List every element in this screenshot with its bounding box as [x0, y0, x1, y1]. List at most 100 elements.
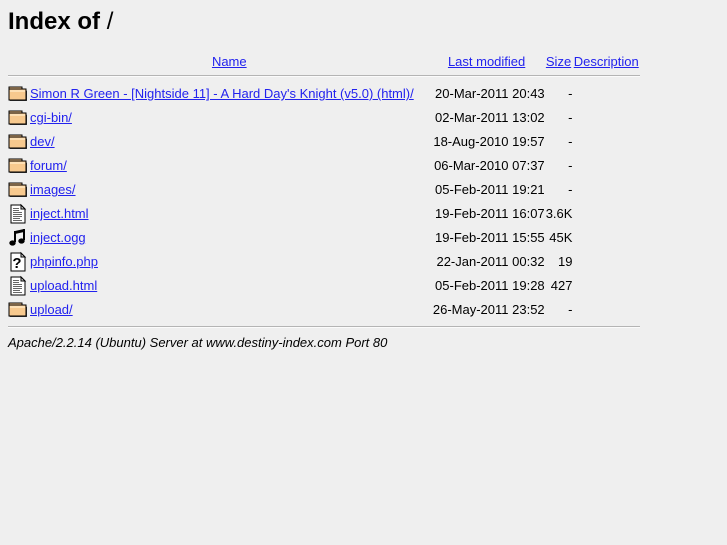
row-last-modified: 06-Mar-2010 07:37 [434, 158, 545, 174]
file-link[interactable]: inject.html [30, 206, 89, 221]
row-description [572, 154, 640, 178]
row-icon-cell [8, 226, 30, 250]
sort-by-size-link[interactable]: Size [546, 54, 571, 69]
row-last-modified: 22-Jan-2011 00:32 [436, 254, 545, 270]
row-icon-cell [8, 154, 30, 178]
row-name-cell: cgi-bin/ [30, 106, 429, 130]
sort-by-name-link[interactable]: Name [212, 54, 247, 69]
row-size: 19 [557, 254, 573, 270]
folder-icon [8, 131, 28, 153]
row-icon-cell [8, 82, 30, 106]
directory-listing-table: Name Last modified Size Description Simo… [8, 54, 640, 333]
row-size: 427 [550, 278, 573, 294]
row-name-cell: forum/ [30, 154, 429, 178]
row-last-modified: 20-Mar-2011 20:43 [435, 86, 545, 102]
unknown-file-icon: ? [8, 251, 28, 273]
row-description [572, 226, 640, 250]
header-rule [8, 74, 640, 77]
row-last-modified: 19-Feb-2011 16:07 [435, 206, 545, 222]
table-row: inject.html 19-Feb-2011 16:07 3.6K [8, 202, 640, 226]
row-icon-cell [8, 274, 30, 298]
svg-text:?: ? [12, 255, 21, 272]
table-row: upload.html 05-Feb-2011 19:28 427 [8, 274, 640, 298]
column-header-name: Name [30, 54, 429, 71]
column-header-size: Size [545, 54, 573, 71]
row-last-modified: 19-Feb-2011 15:55 [435, 230, 545, 246]
table-row: cgi-bin/02-Mar-2011 13:02 - [8, 106, 640, 130]
directory-index-page: Index of / Name Last modified Size Descr… [0, 0, 727, 350]
row-icon-cell [8, 130, 30, 154]
row-description [572, 106, 640, 130]
row-description [572, 202, 640, 226]
table-row: images/05-Feb-2011 19:21 - [8, 178, 640, 202]
folder-icon [8, 107, 28, 129]
folder-icon [8, 155, 28, 177]
header-separator-cell [8, 71, 640, 82]
folder-icon [8, 83, 28, 105]
row-icon-cell [8, 202, 30, 226]
row-icon-cell [8, 178, 30, 202]
row-name-cell: inject.html [30, 202, 429, 226]
table-row: ? phpinfo.php 22-Jan-2011 00:32 19 [8, 250, 640, 274]
column-header-last-modified: Last modified [429, 54, 545, 71]
sort-by-description-link[interactable]: Description [574, 54, 639, 69]
table-row: dev/18-Aug-2010 19:57 - [8, 130, 640, 154]
file-link[interactable]: forum/ [30, 158, 67, 173]
table-row: Simon R Green - [Nightside 11] - A Hard … [8, 82, 640, 106]
footer-separator-row [8, 322, 640, 333]
row-name-cell: Simon R Green - [Nightside 11] - A Hard … [30, 82, 429, 106]
row-name-cell: images/ [30, 178, 429, 202]
row-description [572, 298, 640, 322]
text-document-icon [8, 203, 28, 225]
row-description [572, 178, 640, 202]
row-last-modified: 26-May-2011 23:52 [432, 302, 545, 318]
file-link[interactable]: cgi-bin/ [30, 110, 72, 125]
file-link[interactable]: dev/ [30, 134, 55, 149]
row-last-modified: 18-Aug-2010 19:57 [433, 134, 545, 150]
folder-icon [8, 179, 28, 201]
file-link[interactable]: upload/ [30, 302, 73, 317]
row-size: 45K [549, 230, 573, 246]
row-size: - [568, 110, 573, 126]
server-signature: Apache/2.2.14 (Ubuntu) Server at www.des… [8, 334, 388, 350]
footer-rule [8, 325, 640, 328]
row-name-cell: inject.ogg [30, 226, 429, 250]
file-link[interactable]: Simon R Green - [Nightside 11] - A Hard … [30, 86, 414, 101]
file-link[interactable]: inject.ogg [30, 230, 86, 245]
column-header-icon [8, 54, 30, 71]
page-title-path: / [106, 8, 114, 35]
row-icon-cell [8, 298, 30, 322]
row-icon-cell: ? [8, 250, 30, 274]
table-header-row: Name Last modified Size Description [8, 54, 640, 71]
sort-by-last-modified-link[interactable]: Last modified [448, 54, 525, 69]
file-link[interactable]: images/ [30, 182, 76, 197]
row-name-cell: dev/ [30, 130, 429, 154]
row-size: - [568, 158, 573, 174]
table-row: forum/06-Mar-2010 07:37 - [8, 154, 640, 178]
row-size: - [568, 182, 573, 198]
table-row: inject.ogg 19-Feb-2011 15:55 45K [8, 226, 640, 250]
row-description [572, 82, 640, 106]
row-name-cell: upload/ [30, 298, 429, 322]
row-description [572, 274, 640, 298]
row-size: - [568, 86, 573, 102]
footer-separator-cell [8, 322, 640, 333]
row-name-cell: upload.html [30, 274, 429, 298]
row-last-modified: 02-Mar-2011 13:02 [435, 110, 545, 126]
file-link[interactable]: upload.html [30, 278, 97, 293]
text-document-icon [8, 275, 28, 297]
row-last-modified: 05-Feb-2011 19:28 [435, 278, 545, 294]
directory-listing-body: Simon R Green - [Nightside 11] - A Hard … [8, 82, 640, 322]
row-description [572, 250, 640, 274]
column-header-description: Description [572, 54, 640, 71]
row-size: - [568, 302, 573, 318]
row-icon-cell [8, 106, 30, 130]
table-row: upload/26-May-2011 23:52 - [8, 298, 640, 322]
file-link[interactable]: phpinfo.php [30, 254, 98, 269]
page-title-label: Index of [8, 8, 101, 35]
row-last-modified: 05-Feb-2011 19:21 [435, 182, 545, 198]
folder-icon [8, 299, 28, 321]
row-size: - [568, 134, 573, 150]
sound-icon [8, 227, 28, 249]
row-description [572, 130, 640, 154]
